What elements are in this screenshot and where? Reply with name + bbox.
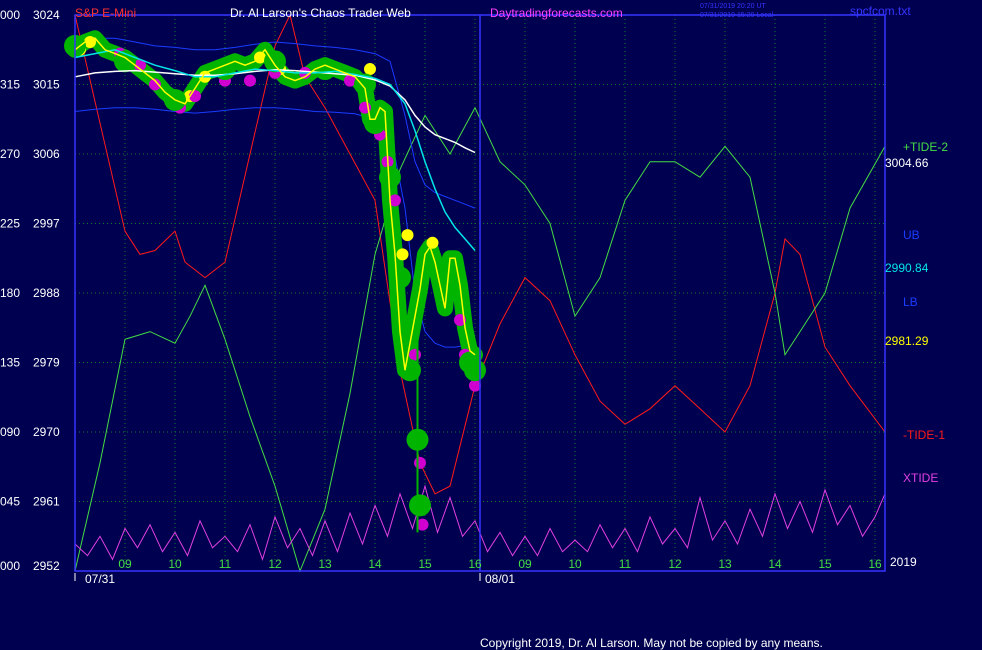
green-marker xyxy=(364,112,386,135)
y-tick-label-left: 000 xyxy=(0,8,20,22)
y-tick-label-left: 225 xyxy=(0,217,20,231)
copyright: Copyright 2019, Dr. Al Larson. May not b… xyxy=(480,636,823,650)
x-tick-label: 15 xyxy=(418,557,432,571)
lb-value: 2981.29 xyxy=(885,334,929,348)
x-tick-label: 09 xyxy=(518,557,532,571)
y-tick-label-left: 315 xyxy=(0,78,20,92)
x-tick-label: 15 xyxy=(818,557,832,571)
green-marker xyxy=(314,58,336,81)
tide2-value: 3004.66 xyxy=(885,156,929,170)
y-tick-label: 2988 xyxy=(33,286,60,300)
y-tick-label: 3015 xyxy=(33,78,60,92)
date-label: 07/31 xyxy=(85,572,115,586)
y-tick-label-left: 000 xyxy=(0,559,20,573)
magenta-marker xyxy=(409,348,421,361)
y-tick-label: 3006 xyxy=(33,147,60,161)
x-tick-label: 12 xyxy=(268,557,282,571)
ub-label: UB xyxy=(903,228,920,242)
y-tick-label-left: 270 xyxy=(0,147,20,161)
x-tick-label: 11 xyxy=(619,557,632,571)
green-marker xyxy=(389,266,411,289)
x-tick-label: 13 xyxy=(718,557,732,571)
x-tick-label: 10 xyxy=(168,557,182,571)
magenta-marker xyxy=(244,74,256,87)
site-title: Dr. Al Larson's Chaos Trader Web xyxy=(230,6,411,20)
yellow-marker xyxy=(396,248,409,261)
data-filename: spcfcom.txt xyxy=(850,4,911,18)
y-tick-label-left: 090 xyxy=(0,425,20,439)
x-tick-label: 11 xyxy=(219,557,232,571)
x-tick-label: 12 xyxy=(668,557,682,571)
chart-background xyxy=(0,0,982,650)
year-label: 2019 xyxy=(890,555,917,569)
magenta-marker xyxy=(469,379,481,392)
green-marker xyxy=(409,494,431,517)
yellow-marker xyxy=(401,229,414,242)
timestamp-ut: 07/31/2019 20:20 UT xyxy=(700,3,766,10)
x-tick-label: 14 xyxy=(768,557,782,571)
x-tick-label: 14 xyxy=(368,557,382,571)
y-tick-label: 2952 xyxy=(33,559,60,573)
x-tick-label: 16 xyxy=(468,557,482,571)
x-tick-label: 16 xyxy=(868,557,882,571)
chaos-trader-chart: 3024 000 3015 315 3006 270 2997 225 2988 180 2979 1… xyxy=(0,0,982,650)
ub-value: 2990.84 xyxy=(885,261,929,275)
x-tick-label: 13 xyxy=(318,557,332,571)
y-tick-label: 2970 xyxy=(33,425,60,439)
green-marker xyxy=(379,166,401,189)
y-tick-label: 2961 xyxy=(33,495,60,509)
y-tick-label: 3024 xyxy=(33,8,60,22)
xtide-label: XTIDE xyxy=(903,471,938,485)
chart-title: S&P E-Mini xyxy=(75,6,136,20)
lb-label: LB xyxy=(903,295,918,309)
tide2-label: +TIDE-2 xyxy=(903,140,948,154)
yellow-marker xyxy=(364,63,376,76)
timestamp-local: 07/31/2019 15:20 Local xyxy=(700,12,774,19)
y-tick-label: 2997 xyxy=(33,217,60,231)
green-marker xyxy=(464,359,486,382)
site-url[interactable]: Daytradingforecasts.com xyxy=(490,6,623,20)
x-tick-label: 10 xyxy=(568,557,582,571)
y-tick-label-left: 045 xyxy=(0,495,20,509)
date-label: 08/01 xyxy=(485,572,515,586)
tide1-label: -TIDE-1 xyxy=(903,428,945,442)
y-tick-label: 2979 xyxy=(33,356,60,370)
y-tick-label-left: 135 xyxy=(0,356,20,370)
x-tick-label: 09 xyxy=(118,557,132,571)
magenta-marker xyxy=(414,456,426,469)
y-tick-label-left: 180 xyxy=(0,286,20,300)
yellow-marker xyxy=(426,236,439,249)
